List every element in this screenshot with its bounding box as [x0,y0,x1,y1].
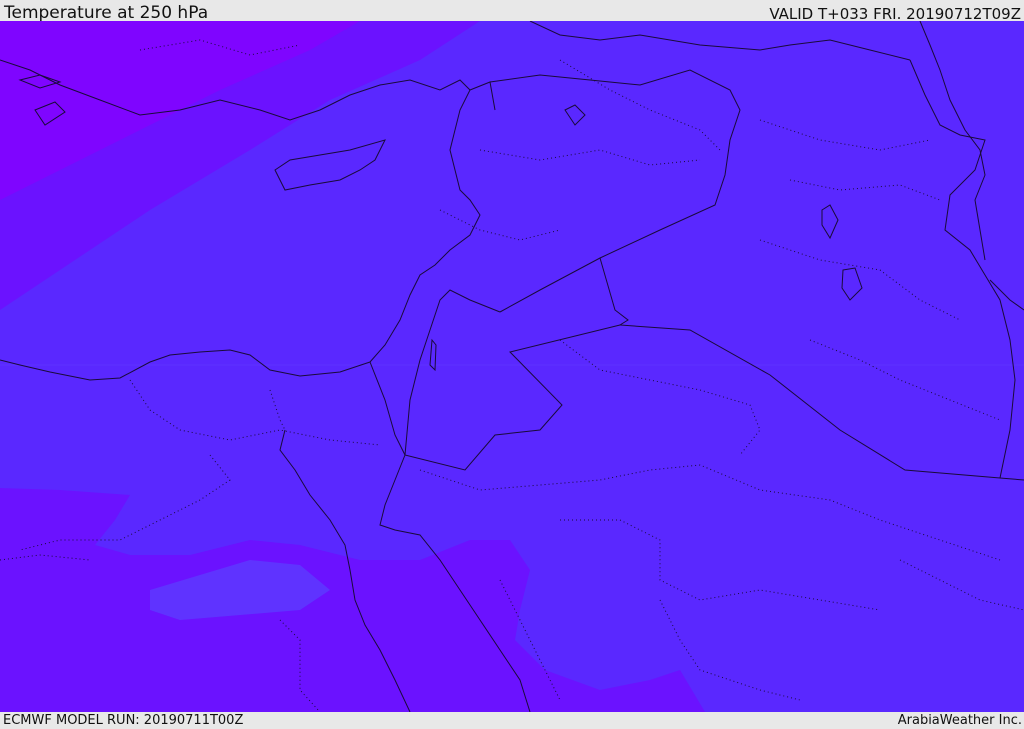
map-panel[interactable] [0,21,1024,712]
header-bar: Temperature at 250 hPa VALID T+033 FRI. … [0,0,1024,23]
model-run-label: ECMWF MODEL RUN: 20190711T00Z [3,713,244,728]
footer-bar: ECMWF MODEL RUN: 20190711T00Z ArabiaWeat… [0,712,1024,729]
credit-label: ArabiaWeather Inc. [897,713,1022,728]
temperature-map[interactable] [0,21,1024,712]
map-title: Temperature at 250 hPa [4,3,209,23]
